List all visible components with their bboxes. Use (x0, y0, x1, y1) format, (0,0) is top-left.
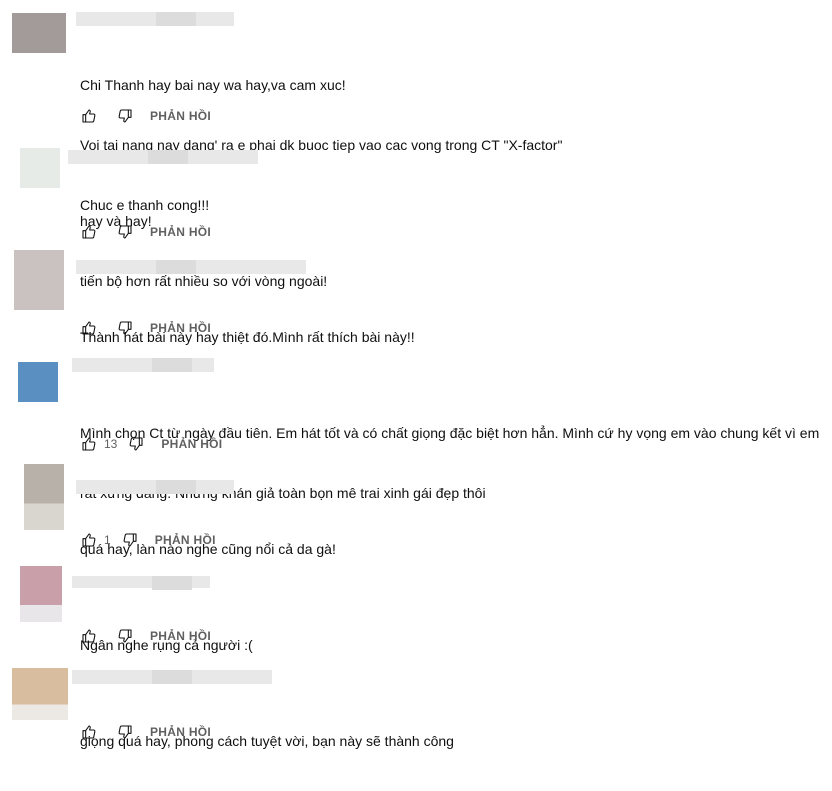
comment-actions: PHẢN HỒI (80, 222, 211, 242)
avatar[interactable] (12, 668, 68, 720)
avatar[interactable] (24, 464, 64, 530)
thumbs-up-icon[interactable] (80, 319, 98, 337)
avatar[interactable] (20, 566, 62, 622)
author-name[interactable] (76, 12, 234, 26)
comment-actions: PHẢN HỒI (80, 106, 211, 126)
author-name[interactable] (68, 150, 258, 164)
thumbs-up-icon[interactable] (80, 531, 98, 549)
avatar[interactable] (18, 362, 58, 402)
thumbs-up-icon[interactable] (80, 107, 98, 125)
thumbs-down-icon[interactable] (116, 627, 134, 645)
avatar[interactable] (14, 250, 64, 310)
thumbs-down-icon[interactable] (116, 223, 134, 241)
thumbs-down-icon[interactable] (127, 435, 145, 453)
thumbs-down-icon[interactable] (121, 531, 139, 549)
thumbs-up-icon[interactable] (80, 627, 98, 645)
thumbs-down-icon[interactable] (116, 723, 134, 741)
thumbs-down-icon[interactable] (116, 319, 134, 337)
thumbs-down-icon[interactable] (116, 107, 134, 125)
thumbs-up-icon[interactable] (80, 723, 98, 741)
avatar[interactable] (20, 148, 60, 188)
comment-actions: PHẢN HỒI (80, 626, 211, 646)
author-name[interactable] (72, 358, 214, 372)
avatar[interactable] (12, 13, 66, 53)
comment-actions: PHẢN HỒI (80, 318, 211, 338)
reply-button[interactable]: PHẢN HỒI (150, 321, 211, 335)
reply-button[interactable]: PHẢN HỒI (150, 225, 211, 239)
reply-button[interactable]: PHẢN HỒI (155, 533, 216, 547)
author-name[interactable] (76, 260, 306, 274)
reply-button[interactable]: PHẢN HỒI (150, 725, 211, 739)
reply-button[interactable]: PHẢN HỒI (150, 109, 211, 123)
like-count: 1 (104, 533, 111, 547)
author-name[interactable] (76, 480, 234, 494)
reply-button[interactable]: PHẢN HỒI (161, 437, 222, 451)
comment-actions: 1 PHẢN HỒI (80, 530, 216, 550)
like-count: 13 (104, 437, 118, 451)
comment-actions: PHẢN HỒI (80, 722, 211, 742)
comment-actions: 13 PHẢN HỒI (80, 434, 222, 454)
author-name[interactable] (72, 670, 272, 684)
thumbs-up-icon[interactable] (80, 223, 98, 241)
reply-button[interactable]: PHẢN HỒI (150, 629, 211, 643)
thumbs-up-icon[interactable] (80, 435, 98, 453)
comment-line: Chi Thanh hay bai nay wa hay,va cam xuc! (80, 77, 346, 93)
author-name[interactable] (72, 576, 210, 590)
